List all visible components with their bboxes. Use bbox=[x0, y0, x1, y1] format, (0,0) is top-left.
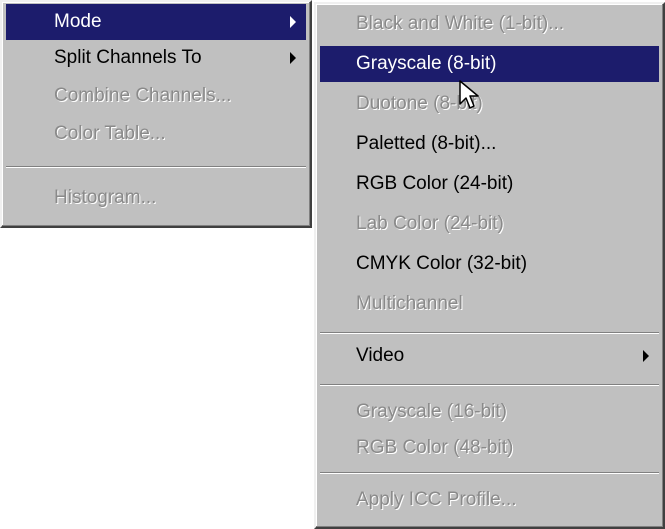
submenu-item-cmyk-color[interactable]: CMYK Color (32-bit) bbox=[320, 246, 659, 282]
submenu-arrow-icon bbox=[643, 350, 649, 362]
menu-separator bbox=[320, 472, 659, 474]
menu-item-label: Grayscale (16-bit) bbox=[356, 401, 507, 422]
submenu-item-grayscale-16bit: Grayscale (16-bit) bbox=[320, 394, 659, 430]
submenu-item-rgb-color-48bit: RGB Color (48-bit) bbox=[320, 430, 659, 466]
submenu-item-grayscale-8bit[interactable]: Grayscale (8-bit) bbox=[320, 46, 659, 82]
menu-item-label: Apply ICC Profile... bbox=[356, 489, 517, 510]
submenu-item-apply-icc-profile: Apply ICC Profile... bbox=[320, 482, 659, 518]
menu-item-label: Lab Color (24-bit) bbox=[356, 213, 504, 234]
menu-item-label: CMYK Color (32-bit) bbox=[356, 253, 528, 274]
menu-item-color-table: Color Table... bbox=[6, 116, 306, 152]
menu-item-label: Mode bbox=[54, 11, 102, 32]
mode-submenu: Black and White (1-bit)... Grayscale (8-… bbox=[314, 2, 665, 529]
submenu-arrow-icon bbox=[290, 16, 296, 28]
image-menu: Mode Split Channels To Combine Channels.… bbox=[0, 0, 312, 228]
submenu-item-lab-color: Lab Color (24-bit) bbox=[320, 206, 659, 242]
menu-item-label: Black and White (1-bit)... bbox=[356, 13, 565, 34]
menu-item-label: Multichannel bbox=[356, 293, 463, 314]
menu-separator bbox=[320, 332, 659, 334]
submenu-item-paletted[interactable]: Paletted (8-bit)... bbox=[320, 126, 659, 162]
menu-separator bbox=[6, 166, 306, 168]
submenu-item-rgb-color-24bit[interactable]: RGB Color (24-bit) bbox=[320, 166, 659, 202]
submenu-item-video[interactable]: Video bbox=[320, 338, 659, 374]
menu-item-label: Grayscale (8-bit) bbox=[356, 53, 497, 74]
menu-item-label: Paletted (8-bit)... bbox=[356, 133, 497, 154]
menu-item-label: RGB Color (24-bit) bbox=[356, 173, 514, 194]
menu-item-label: Duotone (8-bit) bbox=[356, 93, 483, 114]
menu-item-label: Split Channels To bbox=[54, 47, 202, 68]
submenu-item-duotone: Duotone (8-bit) bbox=[320, 86, 659, 122]
submenu-item-black-and-white: Black and White (1-bit)... bbox=[320, 6, 659, 42]
menu-item-split-channels-to[interactable]: Split Channels To bbox=[6, 40, 306, 76]
menu-item-histogram: Histogram... bbox=[6, 180, 306, 216]
menu-item-label: Video bbox=[356, 345, 405, 366]
submenu-item-multichannel: Multichannel bbox=[320, 286, 659, 322]
menu-item-combine-channels: Combine Channels... bbox=[6, 78, 306, 114]
menu-item-label: Color Table... bbox=[54, 123, 166, 144]
menu-item-mode[interactable]: Mode bbox=[6, 4, 306, 40]
menu-item-label: Histogram... bbox=[54, 187, 157, 208]
submenu-arrow-icon bbox=[290, 52, 296, 64]
menu-item-label: Combine Channels... bbox=[54, 85, 232, 106]
menu-separator bbox=[320, 384, 659, 386]
menu-item-label: RGB Color (48-bit) bbox=[356, 437, 514, 458]
